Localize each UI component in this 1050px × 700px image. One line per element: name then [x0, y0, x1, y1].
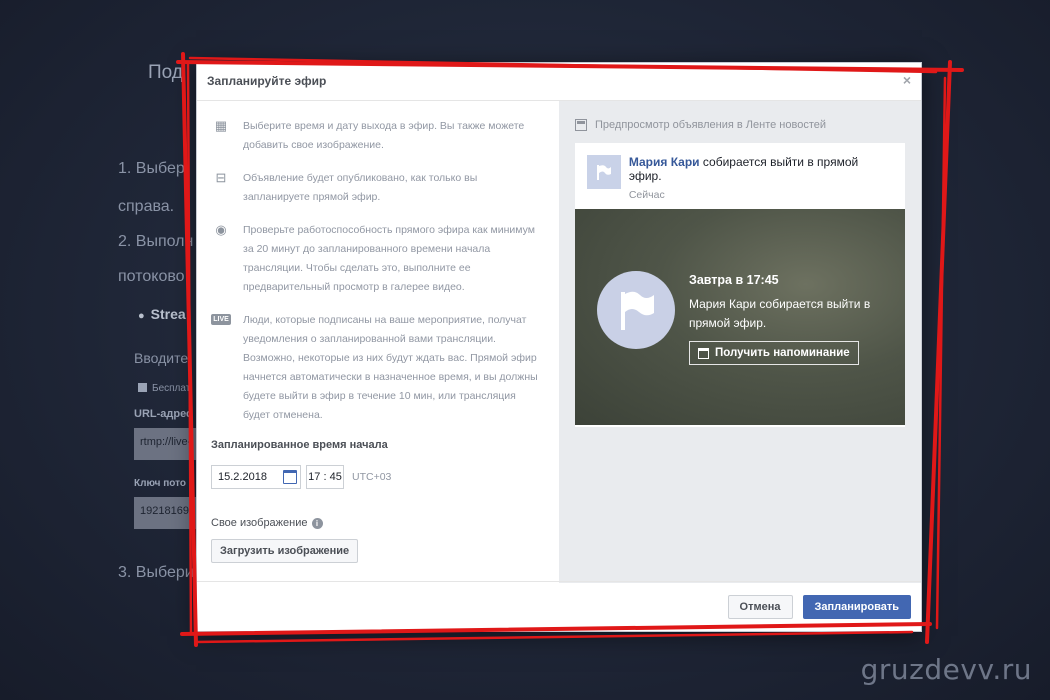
flag-avatar-icon: [587, 155, 621, 189]
calendar-icon: ▦: [214, 118, 228, 133]
datetime-row: 15.2.2018 17 : 45 UTC+03: [211, 465, 545, 489]
info-item-test: ◉ Проверьте работоспособность прямого эф…: [211, 221, 545, 297]
preview-icon: [575, 119, 587, 131]
bg-key-field: 19218169: [134, 497, 196, 529]
info-text: Выберите время и дату выхода в эфир. Вы …: [243, 120, 525, 151]
get-reminder-label: Получить напоминание: [715, 347, 850, 359]
preview-header: Предпросмотр объявления в Ленте новостей: [575, 119, 905, 131]
post-header: Мария Кари собирается выйти в прямой эфи…: [575, 143, 905, 209]
bg-key-label: Ключ пото: [134, 478, 186, 489]
date-value: 15.2.2018: [218, 471, 267, 483]
get-reminder-button[interactable]: Получить напоминание: [689, 341, 859, 365]
bg-stream-option: Strea: [138, 306, 186, 322]
schedule-time-label: Запланированное время начала: [211, 439, 388, 451]
upload-image-button[interactable]: Загрузить изображение: [211, 539, 359, 563]
info-item-datetime: ▦ Выберите время и дату выхода в эфир. В…: [211, 117, 545, 155]
page-icon: ⊟: [215, 170, 227, 185]
live-announcement-text: Мария Кари собирается выйти в прямой эфи…: [689, 297, 871, 330]
post-meta: Мария Кари собирается выйти в прямой эфи…: [629, 155, 893, 201]
post-time: Сейчас: [628, 189, 665, 201]
date-input[interactable]: 15.2.2018: [211, 465, 301, 489]
timezone-label: UTC+03: [352, 471, 392, 483]
bg-step-2: 2. Выполн: [118, 233, 194, 250]
flag-icon: [597, 271, 675, 349]
schedule-live-dialog: Запланируйте эфир × ▦ Выберите время и д…: [196, 62, 922, 632]
time-input[interactable]: 17 : 45: [306, 465, 344, 489]
info-text: Проверьте работоспособность прямого эфир…: [243, 224, 535, 293]
cancel-button[interactable]: Отмена: [727, 594, 793, 619]
bg-step-2-cont: потоково: [118, 268, 185, 285]
bg-checkbox: Бесплат: [138, 383, 190, 394]
dialog-footer: Отмена Запланировать: [197, 581, 921, 631]
schedule-button[interactable]: Запланировать: [802, 594, 911, 619]
dialog-title: Запланируйте эфир: [207, 74, 327, 88]
bg-enter-text: Вводите: [134, 350, 189, 366]
info-icon[interactable]: i: [311, 517, 323, 529]
live-badge-icon: LIVE: [211, 314, 231, 325]
bg-url-field: rtmp://live-: [134, 428, 196, 460]
calendar-picker-icon[interactable]: [283, 470, 297, 484]
info-item-notify: LIVE Люди, которые подписаны на ваше мер…: [211, 311, 545, 425]
live-schedule-time: Завтра в 17:45: [689, 273, 779, 287]
info-text: Люди, которые подписаны на ваше мероприя…: [243, 314, 538, 421]
preview-panel: Предпросмотр объявления в Ленте новостей…: [559, 101, 921, 583]
info-item-publish: ⊟ Объявление будет опубликовано, как тол…: [211, 169, 545, 207]
custom-image-text: Свое изображение: [211, 517, 308, 529]
bg-url-label: URL-адрес: [134, 408, 193, 420]
calendar-icon: [698, 347, 709, 359]
bg-step-1: 1. Выбер: [118, 160, 185, 177]
author-link[interactable]: Мария Кари: [629, 155, 700, 169]
bg-title: Под: [148, 62, 183, 83]
custom-image-label: Свое изображение i: [211, 517, 545, 529]
schedule-settings-panel: ▦ Выберите время и дату выхода в эфир. В…: [197, 101, 559, 583]
bg-step-1-cont: справа.: [118, 198, 175, 215]
dialog-header: Запланируйте эфир ×: [197, 63, 921, 101]
bg-step-3: 3. Выбери: [118, 564, 194, 581]
post-headline: Мария Кари собирается выйти в прямой эфи…: [629, 155, 893, 183]
site-watermark: gruzdevv.ru: [860, 653, 1032, 686]
post-media: Завтра в 17:45 Мария Кари собирается вый…: [575, 209, 905, 425]
preview-title: Предпросмотр объявления в Ленте новостей: [595, 119, 827, 131]
close-icon[interactable]: ×: [903, 72, 911, 88]
feed-post-preview: Мария Кари собирается выйти в прямой эфи…: [575, 143, 905, 427]
eye-icon: ◉: [215, 222, 227, 237]
info-text: Объявление будет опубликовано, как тольк…: [243, 172, 478, 203]
dialog-body: ▦ Выберите время и дату выхода в эфир. В…: [197, 101, 921, 583]
